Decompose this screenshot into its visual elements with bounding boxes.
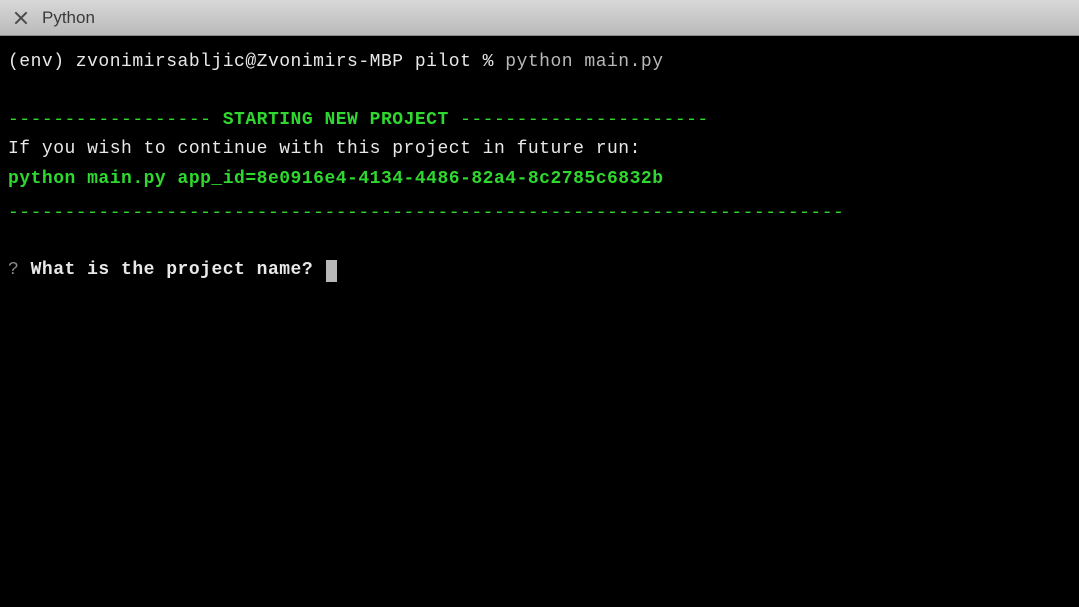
titlebar: Python [0,0,1079,36]
entered-command: python main.py [505,52,663,72]
divider-right: ---------------------- [449,110,709,130]
continue-message: If you wish to continue with this projec… [8,135,1071,165]
divider-bottom: ----------------------------------------… [8,199,1071,229]
divider-left: ------------------ [8,110,223,130]
blank-line [8,228,1071,256]
window-title: Python [42,8,95,28]
question-line: ? What is the project name? [8,256,1071,286]
text-cursor[interactable] [326,260,337,282]
heading-text: STARTING NEW PROJECT [223,110,449,130]
question-mark: ? [8,260,19,280]
blank-line [8,78,1071,106]
terminal-area[interactable]: (env) zvonimirsabljic@Zvonimirs-MBP pilo… [0,36,1079,298]
question-text: What is the project name? [19,260,324,280]
shell-prompt: (env) zvonimirsabljic@Zvonimirs-MBP pilo… [8,52,505,72]
close-icon[interactable] [14,11,28,25]
heading-line: ------------------ STARTING NEW PROJECT … [8,106,1071,136]
prompt-line: (env) zvonimirsabljic@Zvonimirs-MBP pilo… [8,48,1071,78]
continue-command: python main.py app_id=8e0916e4-4134-4486… [8,165,1071,195]
